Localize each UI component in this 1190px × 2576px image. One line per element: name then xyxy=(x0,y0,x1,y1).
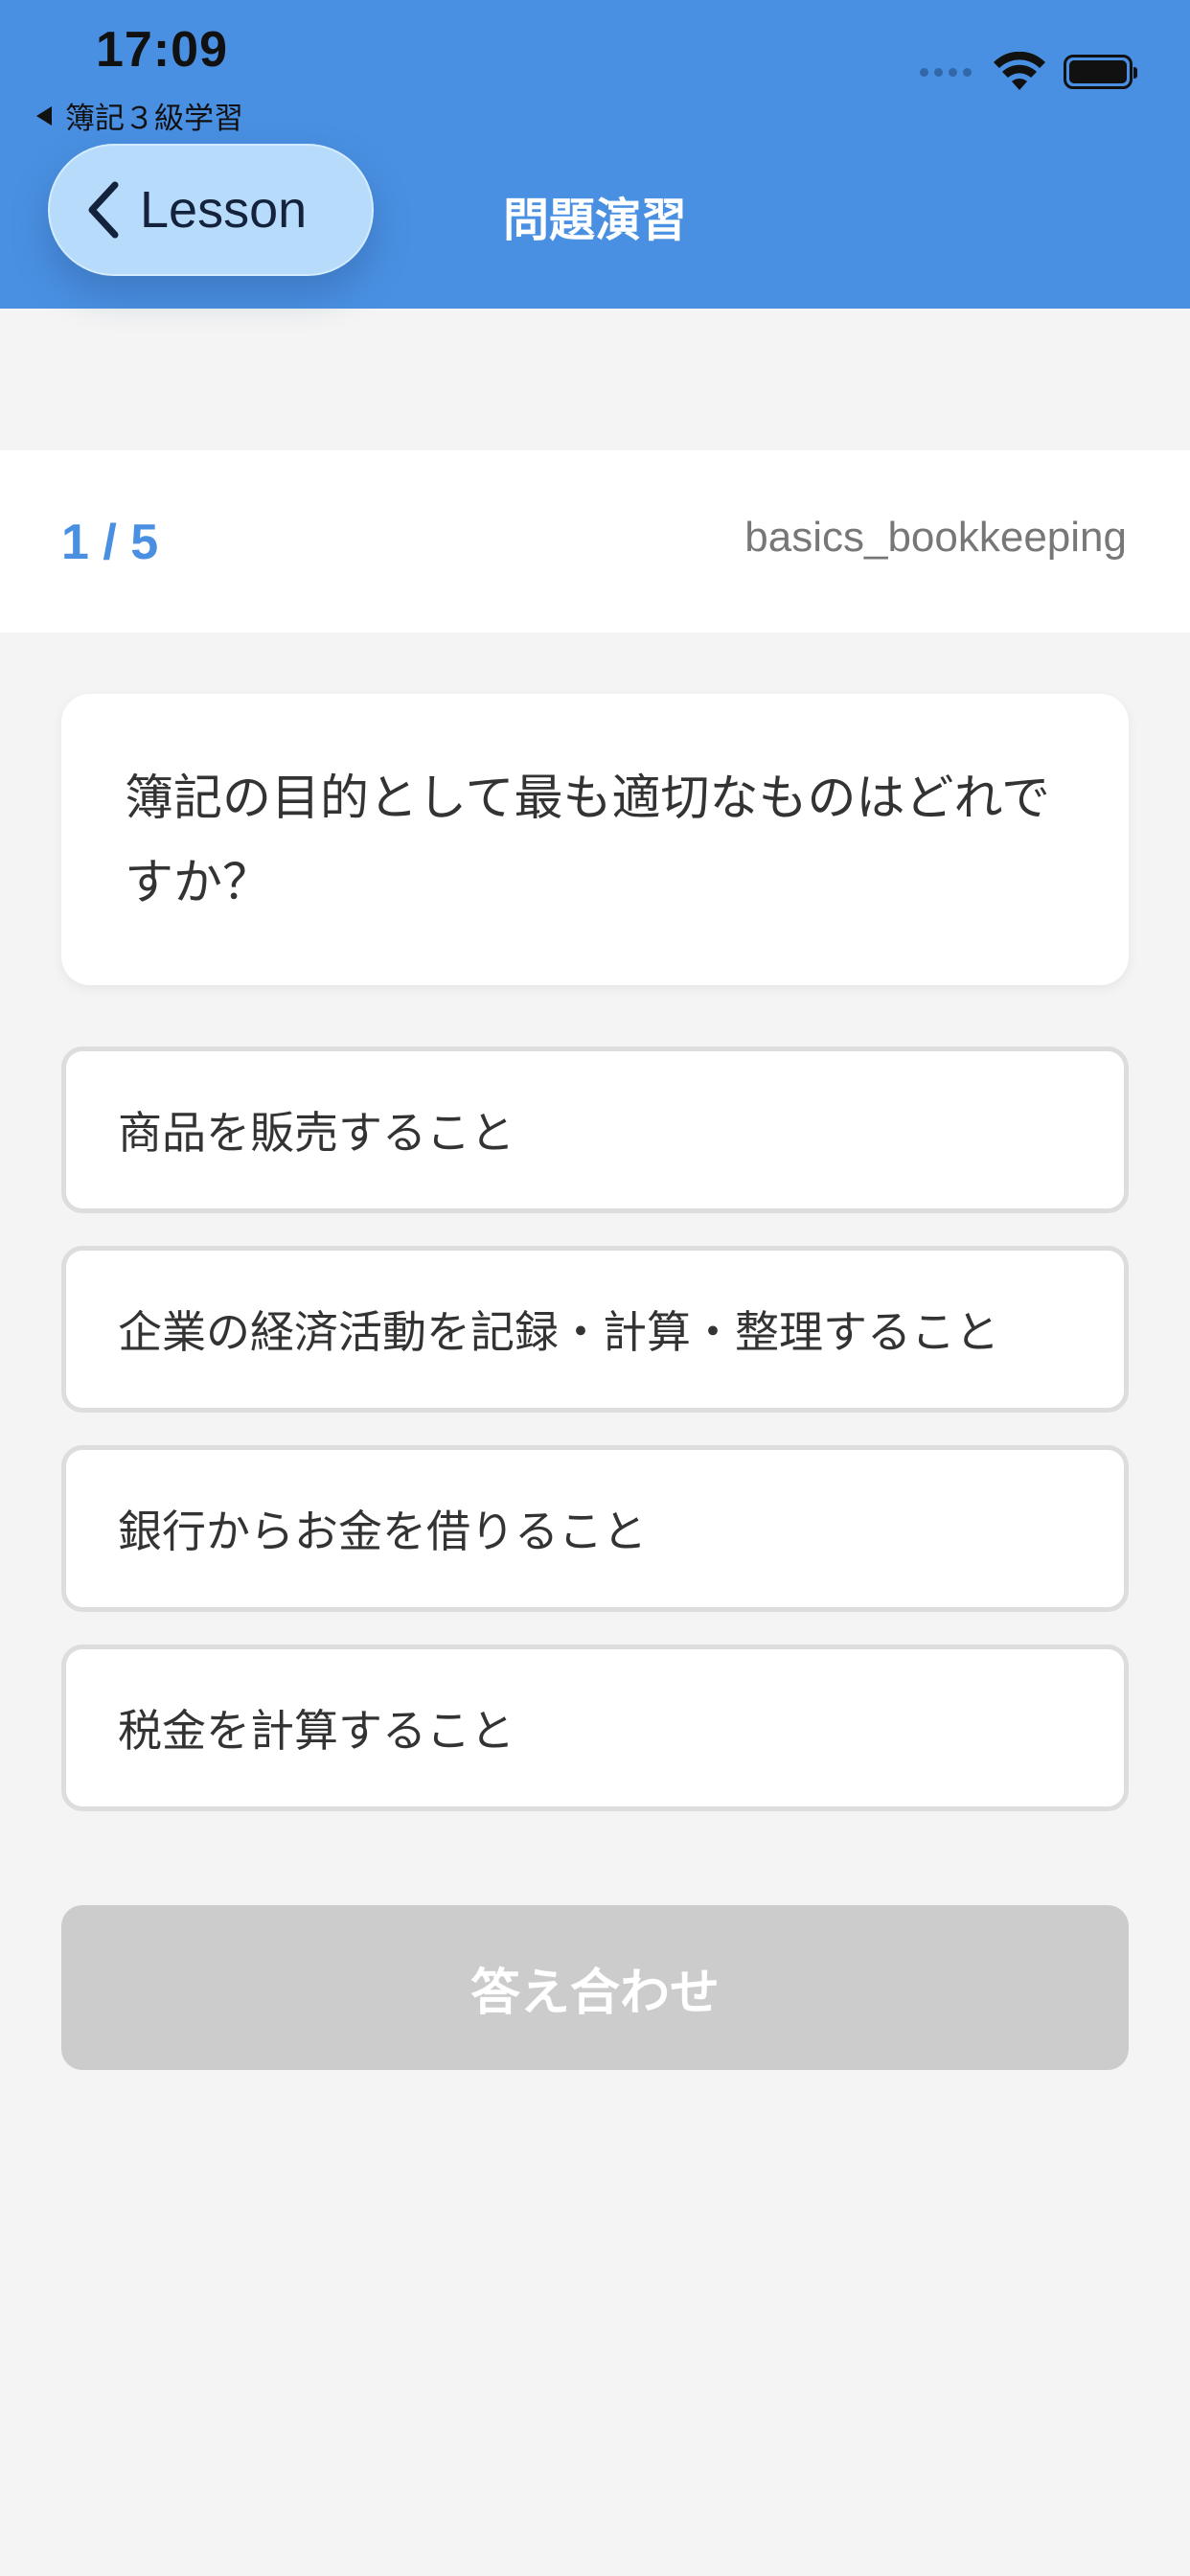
back-triangle-icon xyxy=(36,105,52,126)
nav-header: 17:09 簿記３級学習 Lesson 問題演習 xyxy=(0,0,1190,309)
status-time: 17:09 xyxy=(96,22,228,78)
answer-option[interactable]: 税金を計算すること xyxy=(61,1644,1129,1811)
answer-option[interactable]: 商品を販売すること xyxy=(61,1046,1129,1213)
question-text: 簿記の目的として最も適切なものはどれですか？ xyxy=(125,770,1050,911)
answer-option-label: 商品を販売すること xyxy=(118,1107,515,1159)
back-app-label: 簿記３級学習 xyxy=(65,102,243,136)
answer-options: 商品を販売すること 企業の経済活動を記録・計算・整理すること 銀行からお金を借り… xyxy=(61,1046,1129,1844)
answer-option[interactable]: 銀行からお金を借りること xyxy=(61,1445,1129,1612)
wifi-icon xyxy=(994,52,1045,90)
answer-option-label: 企業の経済活動を記録・計算・整理すること xyxy=(118,1306,999,1358)
progress-row: 1 / 5 basics_bookkeeping xyxy=(0,450,1190,632)
answer-option-label: 銀行からお金を借りること xyxy=(118,1506,647,1557)
cellular-signal-icon xyxy=(920,67,972,77)
check-answer-button[interactable]: 答え合わせ xyxy=(61,1905,1129,2070)
back-to-app[interactable]: 簿記３級学習 xyxy=(36,94,243,137)
battery-icon xyxy=(1064,55,1137,89)
page-title: 問題演習 xyxy=(502,194,687,247)
answer-option-label: 税金を計算すること xyxy=(118,1705,515,1757)
question-card: 簿記の目的として最も適切なものはどれですか？ xyxy=(61,694,1129,985)
status-indicators xyxy=(920,52,1137,92)
question-counter: 1 / 5 xyxy=(61,515,159,570)
category-label: basics_bookkeeping xyxy=(744,514,1127,561)
answer-option[interactable]: 企業の経済活動を記録・計算・整理すること xyxy=(61,1246,1129,1413)
